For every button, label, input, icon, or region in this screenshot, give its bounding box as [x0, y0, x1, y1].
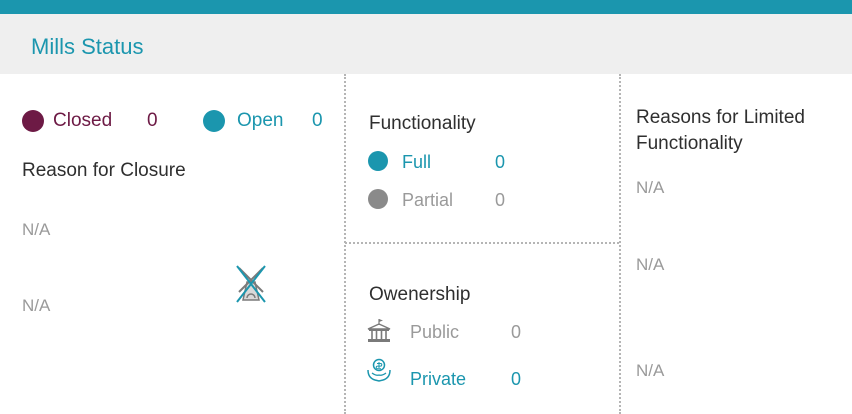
partial-dot [368, 189, 388, 209]
limited-reason-value-2: N/A [636, 255, 665, 274]
limited-reason-heading-line1: Reasons for Limited [636, 107, 805, 128]
closure-reason-heading: Reason for Closure [22, 160, 186, 181]
limited-reason-heading-line2: Functionality [636, 133, 743, 154]
closed-mill-icon [233, 264, 269, 304]
hand-coin-icon [366, 357, 392, 383]
closed-status-dot [22, 110, 44, 132]
section-divider [345, 242, 619, 244]
closed-label: Closed [53, 110, 113, 131]
closure-reason-value: N/A [22, 220, 51, 239]
partial-label: Partial [402, 190, 454, 210]
functionality-heading: Functionality [369, 113, 476, 134]
closed-count: 0 [147, 110, 158, 131]
column-divider-left [344, 74, 346, 414]
column-divider-right [619, 74, 621, 414]
private-count: 0 [511, 369, 522, 389]
partial-count: 0 [495, 190, 506, 210]
public-label: Public [410, 322, 460, 342]
open-label: Open [237, 110, 284, 131]
top-accent-bar [0, 0, 852, 14]
open-status-dot [203, 110, 225, 132]
full-dot [368, 151, 388, 171]
panel-title: Mills Status [31, 34, 144, 59]
limited-reason-value-3: N/A [636, 361, 665, 380]
full-label: Full [402, 152, 432, 172]
full-count: 0 [495, 152, 506, 172]
limited-reason-value-1: N/A [636, 178, 665, 197]
bank-icon [366, 318, 392, 344]
closure-reason-value-secondary: N/A [22, 296, 51, 315]
public-count: 0 [511, 322, 522, 342]
open-count: 0 [312, 110, 323, 131]
ownership-heading: Owenership [369, 284, 471, 305]
private-label: Private [410, 369, 467, 389]
